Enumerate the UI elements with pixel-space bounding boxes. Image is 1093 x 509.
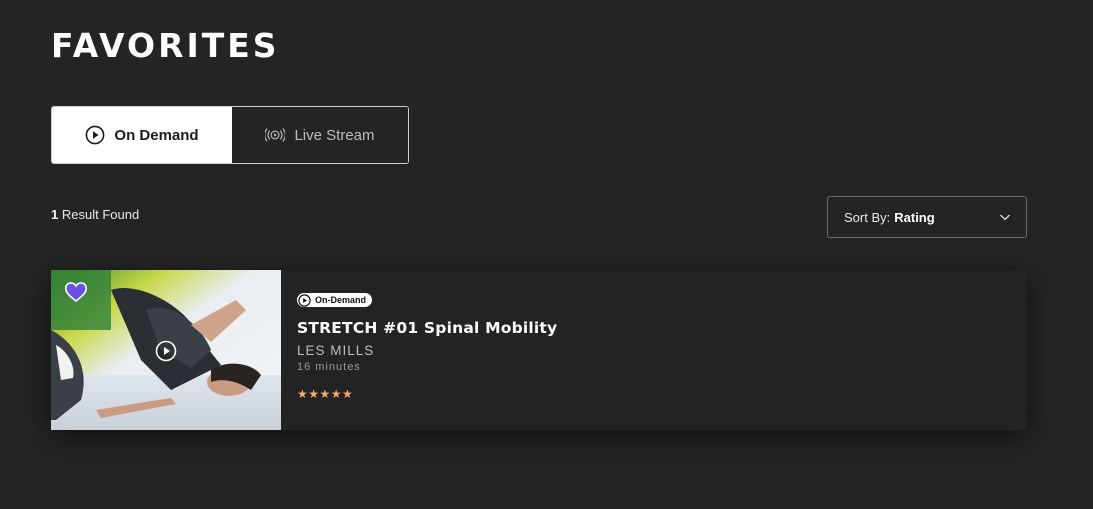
workout-artist: LES MILLS: [297, 342, 375, 358]
workout-title[interactable]: STRETCH #01 Spinal Mobility: [297, 319, 557, 337]
play-circle-icon: [298, 293, 311, 307]
content-type-tabs: On Demand Live Stream: [51, 106, 409, 164]
workout-thumbnail[interactable]: [51, 270, 281, 430]
result-count-text: Result Found: [61, 207, 140, 222]
tab-live-stream[interactable]: Live Stream: [232, 107, 408, 163]
sort-dropdown[interactable]: Sort By: Rating: [827, 196, 1027, 238]
tab-live-stream-label: Live Stream: [294, 126, 375, 144]
sort-label: Sort By:: [844, 209, 891, 225]
badge-label: On-Demand: [315, 295, 367, 305]
heart-icon[interactable]: [64, 281, 88, 303]
chevron-down-icon: [998, 210, 1012, 224]
tab-on-demand[interactable]: On Demand: [52, 107, 232, 163]
workout-info: On-Demand STRETCH #01 Spinal Mobility LE…: [281, 270, 557, 430]
page-title: FAVORITES: [51, 26, 280, 65]
result-count: 1 Result Found: [51, 207, 139, 222]
on-demand-badge: On-Demand: [297, 293, 373, 307]
broadcast-icon: [265, 125, 286, 145]
tab-on-demand-label: On Demand: [114, 126, 199, 144]
play-circle-icon[interactable]: [155, 340, 177, 362]
result-count-number: 1: [51, 207, 59, 222]
workout-duration: 16 minutes: [297, 360, 361, 373]
sort-value: Rating: [894, 209, 935, 225]
star-rating: ★★★★★: [297, 386, 354, 401]
workout-card[interactable]: On-Demand STRETCH #01 Spinal Mobility LE…: [51, 270, 1027, 430]
play-circle-icon: [85, 125, 105, 145]
